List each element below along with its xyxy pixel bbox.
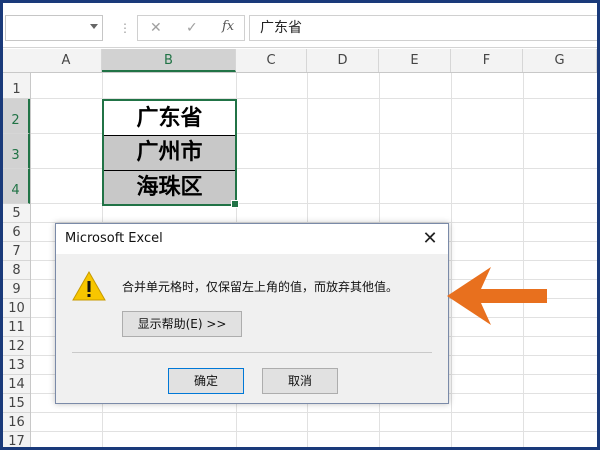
- warning-icon: [72, 270, 106, 301]
- row-header[interactable]: 1: [3, 73, 30, 99]
- column-header-g[interactable]: G: [523, 49, 597, 72]
- column-header-e[interactable]: E: [379, 49, 451, 72]
- column-header-b[interactable]: B: [102, 49, 236, 72]
- row-header[interactable]: 6: [3, 223, 30, 242]
- column-headers: A B C D E F G: [3, 49, 597, 73]
- row-header[interactable]: 16: [3, 413, 30, 432]
- formula-buttons: ✕ ✓ fx: [137, 15, 245, 41]
- close-icon[interactable]: ✕: [420, 229, 440, 249]
- cell-b4[interactable]: 海珠区: [104, 171, 235, 204]
- row-header[interactable]: 3: [3, 134, 30, 169]
- ok-button[interactable]: 确定: [168, 368, 244, 394]
- dialog-titlebar[interactable]: Microsoft Excel ✕: [56, 224, 448, 254]
- column-header-a[interactable]: A: [31, 49, 102, 72]
- chevron-down-icon[interactable]: [90, 24, 98, 29]
- row-header[interactable]: 10: [3, 299, 30, 318]
- row-header[interactable]: 2: [3, 99, 30, 134]
- fill-handle[interactable]: [231, 200, 239, 208]
- cell-b2[interactable]: 广东省: [104, 101, 235, 136]
- function-icon[interactable]: fx: [222, 19, 234, 34]
- row-header[interactable]: 9: [3, 280, 30, 299]
- row-header[interactable]: 11: [3, 318, 30, 337]
- merge-warning-dialog: Microsoft Excel ✕ 合并单元格时，仅保留左上角的值，而放弃其他值…: [55, 223, 449, 404]
- row-header[interactable]: 13: [3, 356, 30, 375]
- row-header[interactable]: 4: [3, 169, 30, 204]
- check-icon[interactable]: ✓: [186, 19, 198, 37]
- excel-window: ⋮ ✕ ✓ fx 广东省 A B C D E F G 1 2 3 4 5 6 7…: [3, 3, 597, 447]
- selected-range[interactable]: 广东省 广州市 海珠区: [102, 99, 237, 206]
- dialog-title: Microsoft Excel: [65, 231, 163, 246]
- formula-bar: ⋮ ✕ ✓ fx 广东省: [3, 3, 597, 48]
- row-headers: 1 2 3 4 5 6 7 8 9 10 11 12 13 14 15 16 1…: [3, 73, 31, 447]
- formula-bar-separator: ⋮: [119, 21, 131, 35]
- cancel-button[interactable]: 取消: [262, 368, 338, 394]
- show-help-button[interactable]: 显示帮助(E) >>: [122, 311, 242, 337]
- cancel-icon[interactable]: ✕: [150, 19, 162, 37]
- arrow-left-icon: [447, 267, 547, 325]
- gridline: [31, 431, 597, 432]
- row-header[interactable]: 17: [3, 432, 30, 447]
- row-header[interactable]: 14: [3, 375, 30, 394]
- row-header[interactable]: 8: [3, 261, 30, 280]
- column-header-d[interactable]: D: [307, 49, 379, 72]
- gridline: [31, 412, 597, 413]
- dialog-divider: [72, 352, 432, 353]
- row-header[interactable]: 5: [3, 204, 30, 223]
- formula-input[interactable]: 广东省: [249, 15, 597, 41]
- cell-b3[interactable]: 广州市: [104, 136, 235, 171]
- name-box[interactable]: [5, 15, 103, 41]
- dialog-message: 合并单元格时，仅保留左上角的值，而放弃其他值。: [122, 280, 399, 294]
- column-header-f[interactable]: F: [451, 49, 523, 72]
- row-header[interactable]: 7: [3, 242, 30, 261]
- row-header[interactable]: 15: [3, 394, 30, 413]
- column-header-c[interactable]: C: [236, 49, 307, 72]
- row-header[interactable]: 12: [3, 337, 30, 356]
